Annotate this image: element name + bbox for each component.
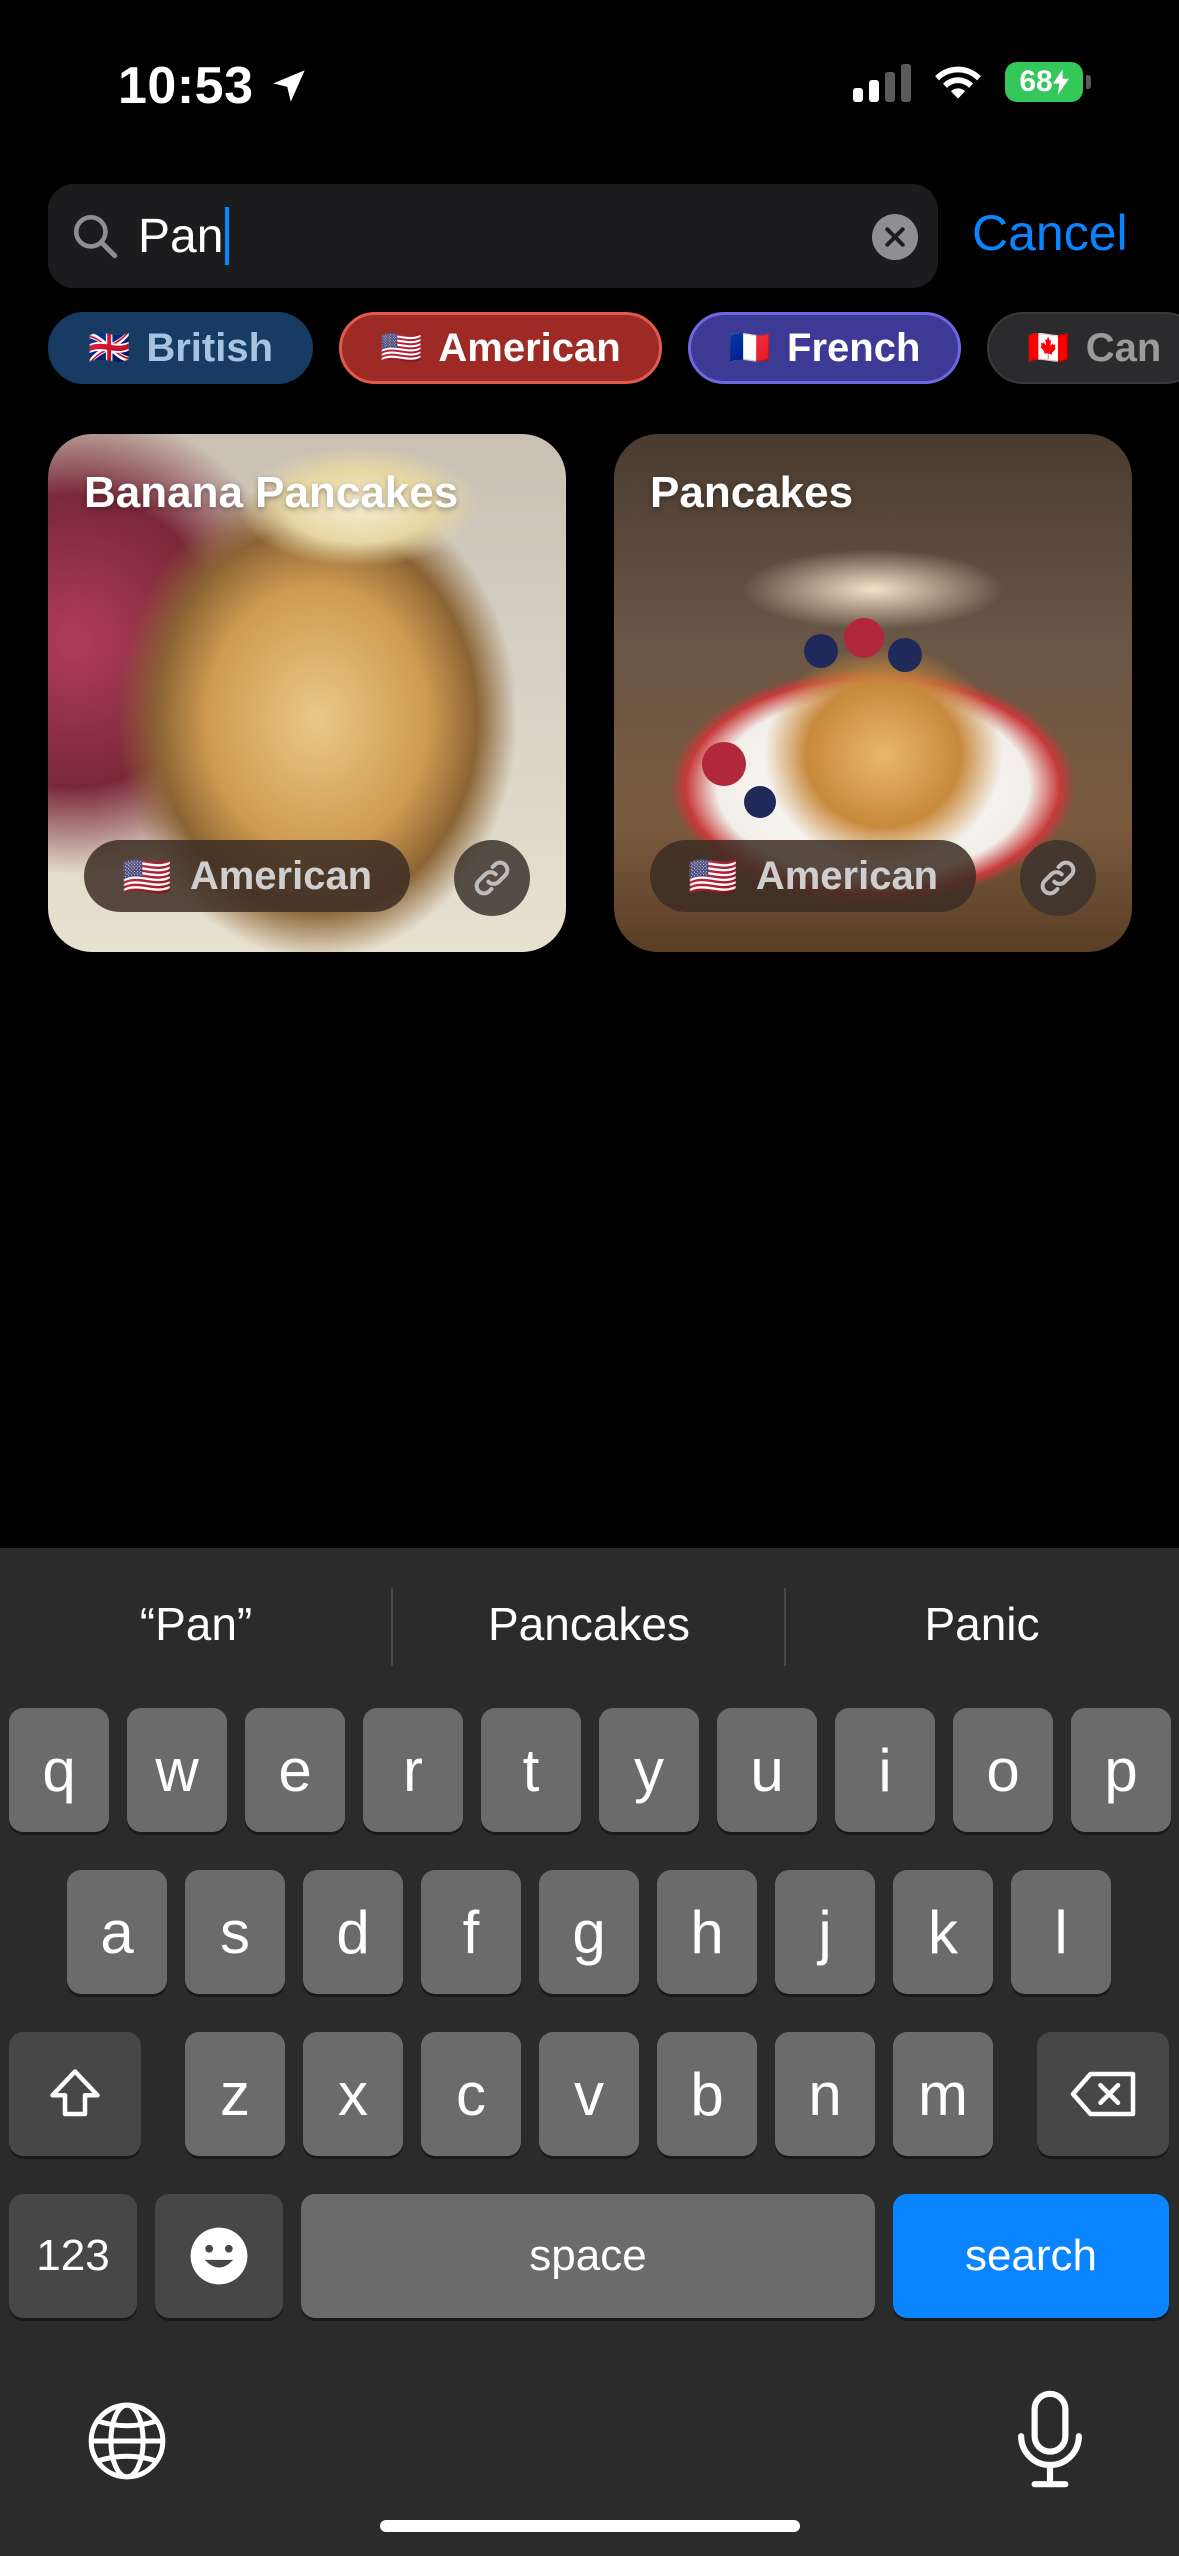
search-query: Pan xyxy=(138,209,224,263)
time-label: 10:53 xyxy=(118,57,254,115)
chip-canadian[interactable]: 🇨🇦 Can xyxy=(987,312,1179,384)
key-p[interactable]: p xyxy=(1071,1708,1171,1832)
key-v[interactable]: v xyxy=(539,2032,639,2156)
key-o[interactable]: o xyxy=(953,1708,1053,1832)
microphone-icon xyxy=(1018,2390,1082,2488)
berry-decoration xyxy=(702,742,746,786)
globe-icon xyxy=(88,2402,166,2480)
location-arrow-icon xyxy=(272,70,305,102)
keyboard: “Pan” Pancakes Panic q w e r t y u i o p… xyxy=(0,1548,1179,2556)
globe-button[interactable] xyxy=(84,2398,170,2484)
search-icon xyxy=(73,214,118,259)
key-i[interactable]: i xyxy=(835,1708,935,1832)
recipe-card-pancakes[interactable]: Pancakes 🇺🇸 American xyxy=(614,434,1132,952)
chip-label: French xyxy=(787,325,921,370)
battery-indicator: 68 xyxy=(1005,62,1091,102)
key-b[interactable]: b xyxy=(657,2032,757,2156)
cuisine-badge: 🇺🇸 American xyxy=(84,840,411,912)
france-flag-icon: 🇫🇷 xyxy=(728,329,772,367)
predictive-bar: “Pan” Pancakes Panic xyxy=(0,1548,1179,1700)
berry-decoration xyxy=(744,786,776,818)
dictation-button[interactable] xyxy=(1010,2390,1090,2490)
delete-key[interactable] xyxy=(1037,2032,1169,2156)
shift-key[interactable] xyxy=(9,2032,141,2156)
search-input[interactable]: Pan xyxy=(138,207,230,265)
charging-bolt-icon xyxy=(1052,69,1069,95)
key-r[interactable]: r xyxy=(363,1708,463,1832)
cuisine-label: American xyxy=(755,853,939,898)
chip-american[interactable]: 🇺🇸 American xyxy=(339,312,662,384)
chip-french[interactable]: 🇫🇷 French xyxy=(687,312,962,384)
status-indicators: 68 xyxy=(853,62,1091,102)
close-icon xyxy=(885,227,905,247)
recipe-card-banana-pancakes[interactable]: Banana Pancakes 🇺🇸 American xyxy=(48,434,566,952)
link-icon xyxy=(474,860,510,896)
key-y[interactable]: y xyxy=(599,1708,699,1832)
emoji-key[interactable] xyxy=(155,2194,283,2318)
key-m[interactable]: m xyxy=(893,2032,993,2156)
us-flag-icon: 🇺🇸 xyxy=(122,854,172,899)
link-button[interactable] xyxy=(1020,840,1096,916)
shift-icon xyxy=(50,2069,100,2117)
recipe-title: Banana Pancakes xyxy=(84,468,459,517)
key-s[interactable]: s xyxy=(185,1870,285,1994)
chip-british[interactable]: 🇬🇧 British xyxy=(48,312,314,384)
cuisine-badge: 🇺🇸 American xyxy=(650,840,977,912)
backspace-icon xyxy=(1070,2071,1136,2117)
cuisine-filter-chips: 🇬🇧 British 🇺🇸 American 🇫🇷 French 🇨🇦 Can xyxy=(48,312,1179,384)
key-x[interactable]: x xyxy=(303,2032,403,2156)
clear-search-button[interactable] xyxy=(872,214,918,260)
key-z[interactable]: z xyxy=(185,2032,285,2156)
cellular-signal-icon xyxy=(853,62,911,102)
key-f[interactable]: f xyxy=(421,1870,521,1994)
berry-decoration xyxy=(844,618,884,658)
key-j[interactable]: j xyxy=(775,1870,875,1994)
link-button[interactable] xyxy=(454,840,530,916)
suggestion-2[interactable]: Pancakes xyxy=(393,1548,785,1700)
emoji-icon xyxy=(190,2227,248,2285)
key-h[interactable]: h xyxy=(657,1870,757,1994)
key-d[interactable]: d xyxy=(303,1870,403,1994)
key-u[interactable]: u xyxy=(717,1708,817,1832)
cancel-button[interactable]: Cancel xyxy=(972,204,1128,262)
key-t[interactable]: t xyxy=(481,1708,581,1832)
wifi-icon xyxy=(935,66,981,99)
key-a[interactable]: a xyxy=(67,1870,167,1994)
suggestion-3[interactable]: Panic xyxy=(786,1548,1178,1700)
recipe-title: Pancakes xyxy=(650,468,854,517)
numbers-key[interactable]: 123 xyxy=(9,2194,137,2318)
home-indicator[interactable] xyxy=(380,2520,800,2532)
berry-decoration xyxy=(888,638,922,672)
us-flag-icon: 🇺🇸 xyxy=(688,854,738,899)
text-caret xyxy=(225,207,230,265)
key-n[interactable]: n xyxy=(775,2032,875,2156)
key-l[interactable]: l xyxy=(1011,1870,1111,1994)
berry-decoration xyxy=(804,634,838,668)
key-c[interactable]: c xyxy=(421,2032,521,2156)
key-g[interactable]: g xyxy=(539,1870,639,1994)
chip-label: Can xyxy=(1085,325,1162,370)
canada-flag-icon: 🇨🇦 xyxy=(1027,329,1070,367)
uk-flag-icon: 🇬🇧 xyxy=(88,329,131,367)
chip-label: British xyxy=(146,325,274,370)
us-flag-icon: 🇺🇸 xyxy=(380,329,423,367)
search-field[interactable]: Pan xyxy=(48,184,938,288)
link-icon xyxy=(1040,860,1076,896)
search-key[interactable]: search xyxy=(893,2194,1169,2318)
suggestion-1[interactable]: “Pan” xyxy=(0,1548,392,1700)
key-q[interactable]: q xyxy=(9,1708,109,1832)
cuisine-label: American xyxy=(189,853,373,898)
chip-label: American xyxy=(438,325,621,370)
space-key[interactable]: space xyxy=(301,2194,875,2318)
battery-level: 68 xyxy=(1019,65,1053,98)
key-e[interactable]: e xyxy=(245,1708,345,1832)
status-time: 10:53 xyxy=(118,56,310,116)
key-k[interactable]: k xyxy=(893,1870,993,1994)
key-w[interactable]: w xyxy=(127,1708,227,1832)
